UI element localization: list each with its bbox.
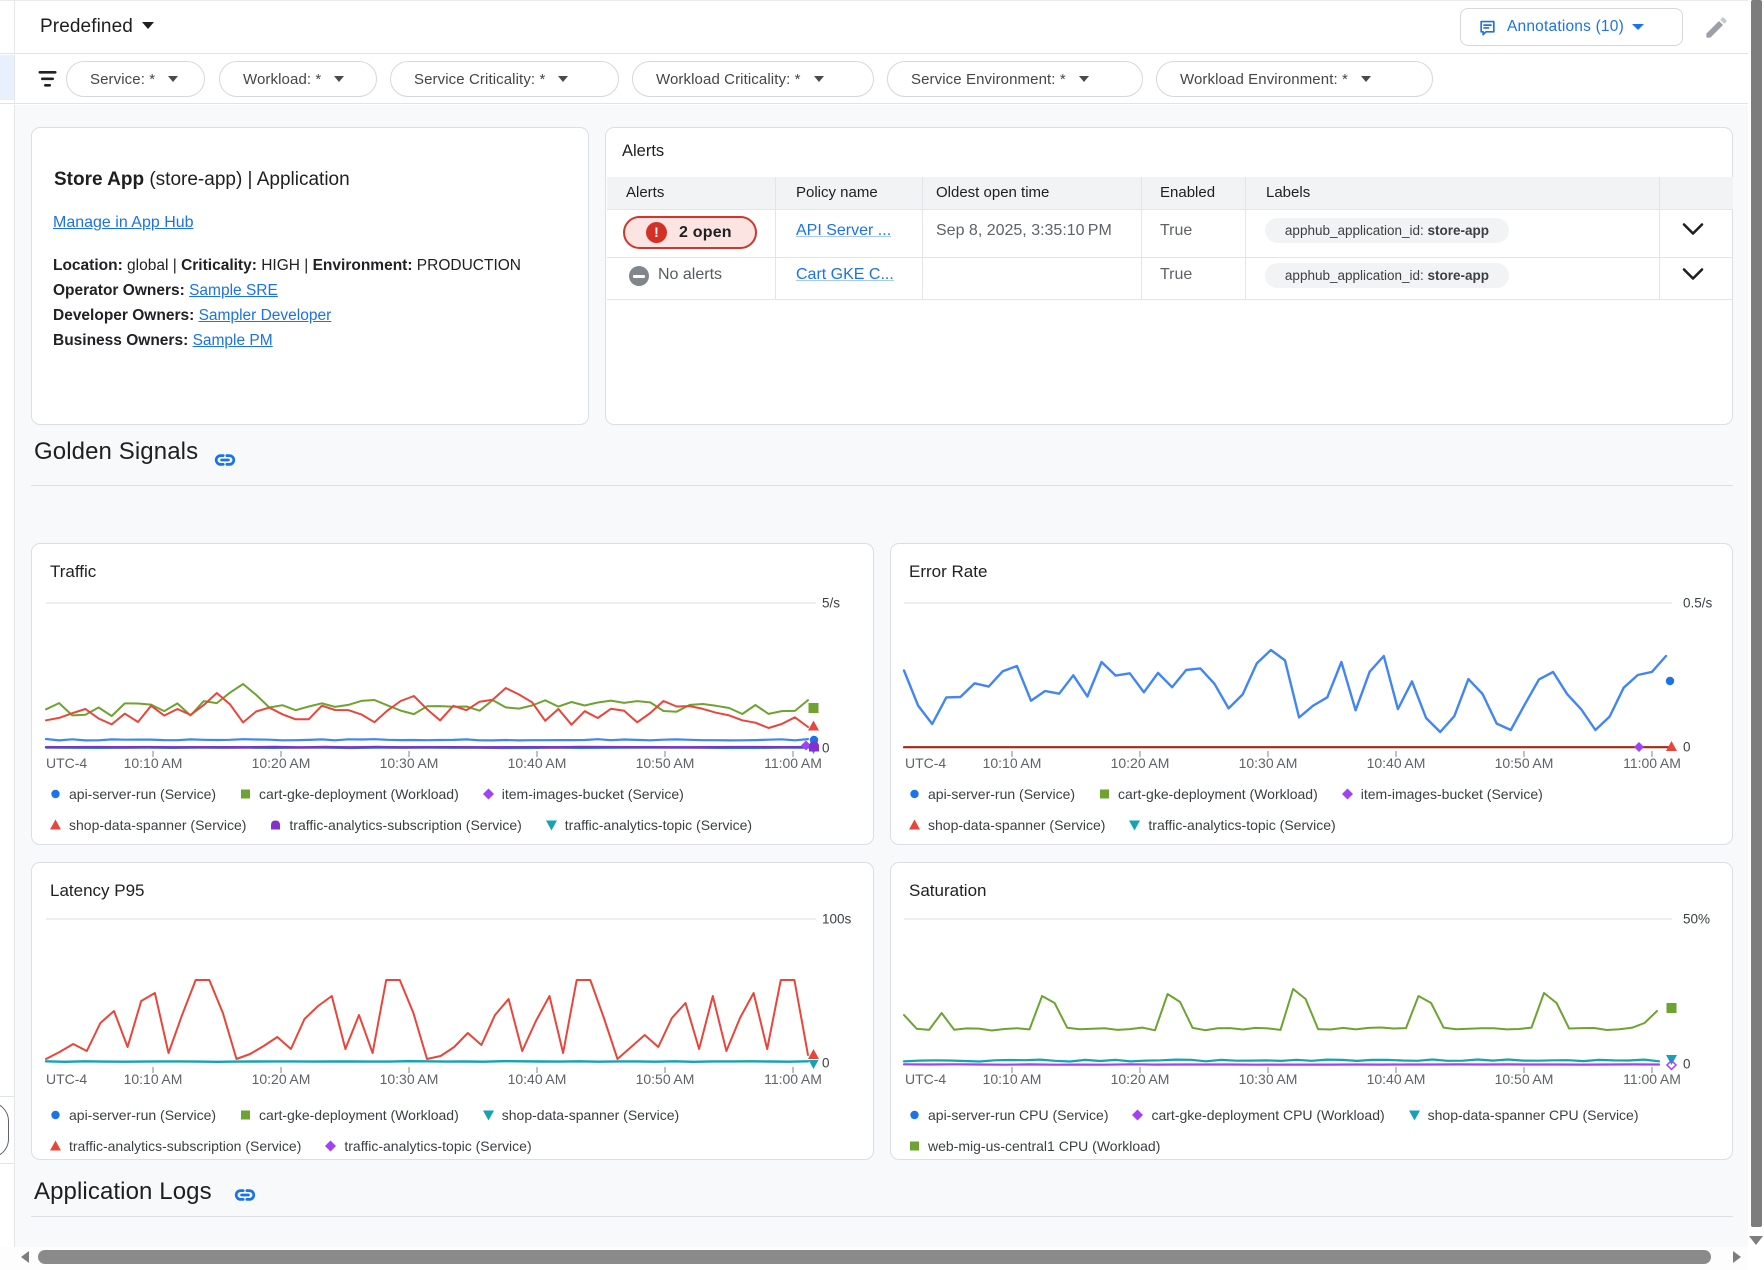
- svg-text:10:10 AM: 10:10 AM: [124, 1071, 183, 1087]
- svg-text:0: 0: [822, 1056, 830, 1071]
- svg-text:10:40 AM: 10:40 AM: [1367, 1071, 1426, 1087]
- svg-text:11:00 AM: 11:00 AM: [1623, 755, 1681, 771]
- svg-text:10:30 AM: 10:30 AM: [1239, 1071, 1298, 1087]
- svg-text:11:00 AM: 11:00 AM: [1623, 1071, 1681, 1087]
- svg-text:10:20 AM: 10:20 AM: [1111, 755, 1170, 771]
- svg-text:0: 0: [1683, 1057, 1691, 1072]
- svg-text:0: 0: [1683, 740, 1691, 755]
- svg-text:10:30 AM: 10:30 AM: [380, 1071, 439, 1087]
- svg-text:5/s: 5/s: [822, 596, 840, 611]
- svg-text:10:20 AM: 10:20 AM: [252, 755, 311, 771]
- svg-text:0: 0: [822, 741, 830, 756]
- svg-text:10:20 AM: 10:20 AM: [1111, 1071, 1170, 1087]
- svg-text:10:20 AM: 10:20 AM: [252, 1071, 311, 1087]
- svg-text:UTC-4: UTC-4: [905, 755, 946, 771]
- svg-text:100s: 100s: [822, 912, 852, 927]
- svg-text:10:10 AM: 10:10 AM: [983, 755, 1042, 771]
- svg-text:10:40 AM: 10:40 AM: [508, 755, 567, 771]
- svg-text:11:00 AM: 11:00 AM: [764, 1071, 822, 1087]
- svg-text:10:40 AM: 10:40 AM: [1367, 755, 1426, 771]
- svg-text:10:50 AM: 10:50 AM: [636, 755, 695, 771]
- svg-text:10:10 AM: 10:10 AM: [983, 1071, 1042, 1087]
- svg-text:0.5/s: 0.5/s: [1683, 596, 1713, 611]
- svg-text:11:00 AM: 11:00 AM: [764, 755, 822, 771]
- svg-text:10:40 AM: 10:40 AM: [508, 1071, 567, 1087]
- svg-text:10:30 AM: 10:30 AM: [380, 755, 439, 771]
- svg-text:10:50 AM: 10:50 AM: [636, 1071, 695, 1087]
- svg-text:10:50 AM: 10:50 AM: [1495, 1071, 1554, 1087]
- svg-text:UTC-4: UTC-4: [46, 755, 87, 771]
- svg-text:10:30 AM: 10:30 AM: [1239, 755, 1298, 771]
- svg-text:UTC-4: UTC-4: [46, 1071, 87, 1087]
- svg-text:UTC-4: UTC-4: [905, 1071, 946, 1087]
- svg-text:10:10 AM: 10:10 AM: [124, 755, 183, 771]
- svg-text:50%: 50%: [1683, 912, 1710, 927]
- svg-text:10:50 AM: 10:50 AM: [1495, 755, 1554, 771]
